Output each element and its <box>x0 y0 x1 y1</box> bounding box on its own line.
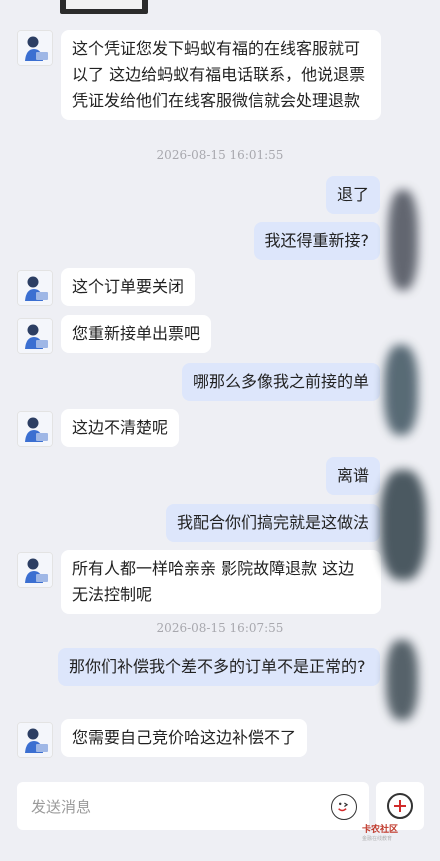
agent-avatar[interactable] <box>17 552 53 588</box>
message-bubble-outgoing[interactable]: 我配合你们搞完就是这做法 <box>165 504 380 542</box>
agent-avatar-icon <box>18 319 52 353</box>
message-bubble-outgoing[interactable]: 离谱 <box>325 457 380 495</box>
message-input[interactable] <box>29 794 323 820</box>
plus-circle-icon <box>387 793 413 819</box>
agent-avatar[interactable] <box>17 722 53 758</box>
message-timestamp: 2026-08-15 16:01:55 <box>156 148 284 162</box>
message-bubble-incoming[interactable]: 您重新接单出票吧 <box>61 315 212 353</box>
message-bubble-incoming[interactable]: 您需要自己竞价哈这边补偿不了 <box>61 719 308 757</box>
agent-avatar[interactable] <box>17 270 53 306</box>
redacted-avatar <box>386 640 418 720</box>
message-bubble-outgoing[interactable]: 哪那么多像我之前接的单 <box>181 363 380 401</box>
agent-avatar-icon <box>18 412 52 446</box>
watermark-logo: 卡农社区 金融在线教育 <box>362 822 398 842</box>
agent-avatar-icon <box>18 553 52 587</box>
message-bubble-outgoing[interactable]: 我还得重新接? <box>253 222 380 260</box>
agent-avatar-icon <box>18 271 52 305</box>
watermark-brand: 卡农社区 <box>362 825 399 835</box>
message-bubble-incoming[interactable]: 所有人都一样哈亲亲 影院故障退款 这边无法控制呢 <box>61 550 381 614</box>
watermark-subtitle: 金融在线教育 <box>362 836 393 842</box>
agent-avatar[interactable] <box>17 411 53 447</box>
agent-avatar-icon <box>18 723 52 757</box>
message-timestamp: 2026-08-15 16:07:55 <box>156 621 284 635</box>
message-input-bar <box>17 782 369 830</box>
message-bubble-incoming[interactable]: 这边不清楚呢 <box>61 409 180 447</box>
message-bubble-outgoing[interactable]: 退了 <box>325 176 380 214</box>
agent-avatar[interactable] <box>17 318 53 354</box>
redacted-avatar <box>380 470 426 580</box>
message-bubble-incoming[interactable]: 这个订单要关闭 <box>61 268 196 306</box>
emoji-icon[interactable] <box>331 794 357 820</box>
message-bubble-outgoing[interactable]: 那你们补偿我个差不多的订单不是正常的? <box>58 648 380 686</box>
agent-avatar[interactable] <box>17 30 53 66</box>
shared-image-thumbnail[interactable] <box>60 0 148 14</box>
agent-avatar-icon <box>18 31 52 65</box>
redacted-avatar <box>388 190 418 290</box>
message-bubble-incoming[interactable]: 这个凭证您发下蚂蚁有福的在线客服就可以了 这边给蚂蚁有福电话联系，他说退票凭证发… <box>61 30 381 120</box>
redacted-avatar <box>384 345 418 435</box>
